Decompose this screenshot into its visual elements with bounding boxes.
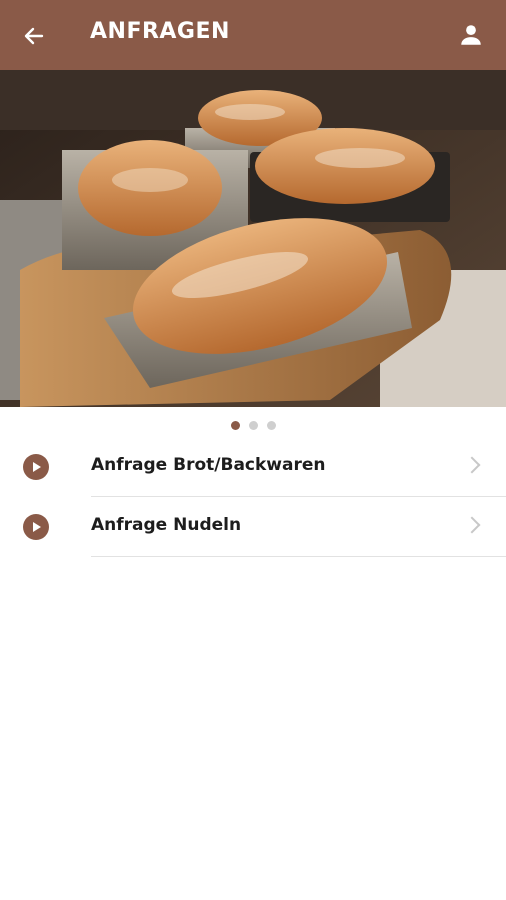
chevron-right-icon — [463, 456, 481, 474]
menu-item-label: Anfrage Nudeln — [91, 515, 242, 535]
profile-button[interactable] — [456, 20, 486, 50]
bread-image — [0, 70, 506, 407]
divider — [91, 556, 506, 557]
chevron-right-icon — [463, 516, 481, 534]
play-circle-icon — [23, 514, 49, 540]
app-bar: ANFRAGEN — [0, 0, 506, 70]
hero-carousel-image[interactable] — [0, 70, 506, 407]
user-icon — [461, 25, 481, 45]
arrow-left-icon — [24, 27, 44, 45]
carousel-dot-3[interactable] — [266, 420, 276, 430]
carousel-dot-1[interactable] — [230, 420, 240, 430]
page-title: ANFRAGEN — [90, 19, 230, 44]
menu-item-label: Anfrage Brot/Backwaren — [91, 455, 326, 475]
request-menu-list: Anfrage Brot/Backwaren Anfrage Nudeln — [0, 437, 506, 557]
menu-item-bread-request[interactable]: Anfrage Brot/Backwaren — [0, 437, 506, 497]
menu-item-pasta-request[interactable]: Anfrage Nudeln — [0, 497, 506, 557]
carousel-pagination — [0, 418, 506, 432]
back-button[interactable] — [20, 22, 48, 50]
play-circle-icon — [23, 454, 49, 480]
carousel-dot-2[interactable] — [248, 420, 258, 430]
